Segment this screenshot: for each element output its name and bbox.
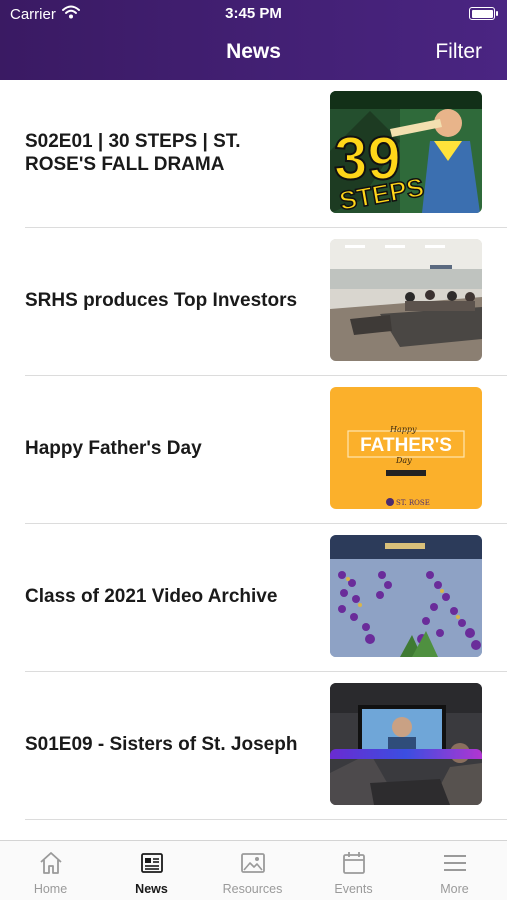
tab-label: Resources	[222, 882, 283, 896]
tab-label: Home	[33, 882, 68, 896]
calendar-icon	[342, 852, 365, 874]
news-item-title: Class of 2021 Video Archive	[25, 586, 278, 608]
news-icon	[140, 853, 163, 873]
news-thumbnail-partial	[330, 749, 482, 759]
news-thumbnail	[330, 535, 482, 657]
image-icon	[240, 853, 265, 873]
news-thumbnail	[330, 239, 482, 361]
tab-news[interactable]: News	[101, 841, 202, 900]
news-item-title: SRHS produces Top Investors	[25, 290, 298, 312]
tab-label: More	[440, 882, 469, 896]
battery-icon	[469, 7, 498, 20]
news-item[interactable]: S01E09 - Sisters of St. Joseph	[25, 672, 507, 820]
filter-button[interactable]: Filter	[435, 40, 482, 64]
page-title: News	[226, 40, 281, 63]
news-item-title: Happy Father's Day	[25, 438, 202, 460]
news-item[interactable]: S02E01 | 30 STEPS | ST. ROSE'S FALL DRAM…	[25, 80, 507, 228]
tab-label: Events	[334, 882, 373, 896]
news-item[interactable]: Happy Father's Day FATHER'S Happy Day ST…	[25, 376, 507, 524]
status-bar: Carrier 3:45 PM	[0, 0, 507, 28]
news-item[interactable]: Class of 2021 Video Archive	[25, 524, 507, 672]
battery-level	[471, 9, 493, 18]
thumb-text-school: ST. ROSE	[396, 499, 430, 507]
svg-text:Happy: Happy	[389, 425, 417, 434]
status-time: 3:45 PM	[225, 5, 282, 22]
tab-events[interactable]: Events	[303, 841, 404, 900]
news-item-title: S01E09 - Sisters of St. Joseph	[25, 734, 298, 756]
news-thumbnail: FATHER'S Happy Day ST. ROSE	[330, 387, 482, 509]
home-icon	[39, 852, 62, 874]
tab-resources[interactable]: Resources	[202, 841, 303, 900]
news-item[interactable]: SRHS produces Top Investors	[25, 228, 507, 376]
thumb-text-headline: FATHER'S	[360, 435, 452, 456]
news-thumbnail	[330, 683, 482, 805]
news-list[interactable]: S02E01 | 30 STEPS | ST. ROSE'S FALL DRAM…	[0, 80, 507, 840]
tab-home[interactable]: Home	[0, 841, 101, 900]
tab-bar: Home News Resources Events More	[0, 840, 507, 900]
news-item-title: S02E01 | 30 STEPS | ST. ROSE'S FALL DRAM…	[25, 130, 241, 175]
tab-more[interactable]: More	[404, 841, 505, 900]
news-thumbnail: 39 STEPS	[330, 91, 482, 213]
app-header: Carrier 3:45 PM News Filter	[0, 0, 507, 80]
menu-icon	[443, 855, 466, 871]
svg-text:Day: Day	[395, 456, 412, 465]
tab-label: News	[135, 882, 168, 896]
